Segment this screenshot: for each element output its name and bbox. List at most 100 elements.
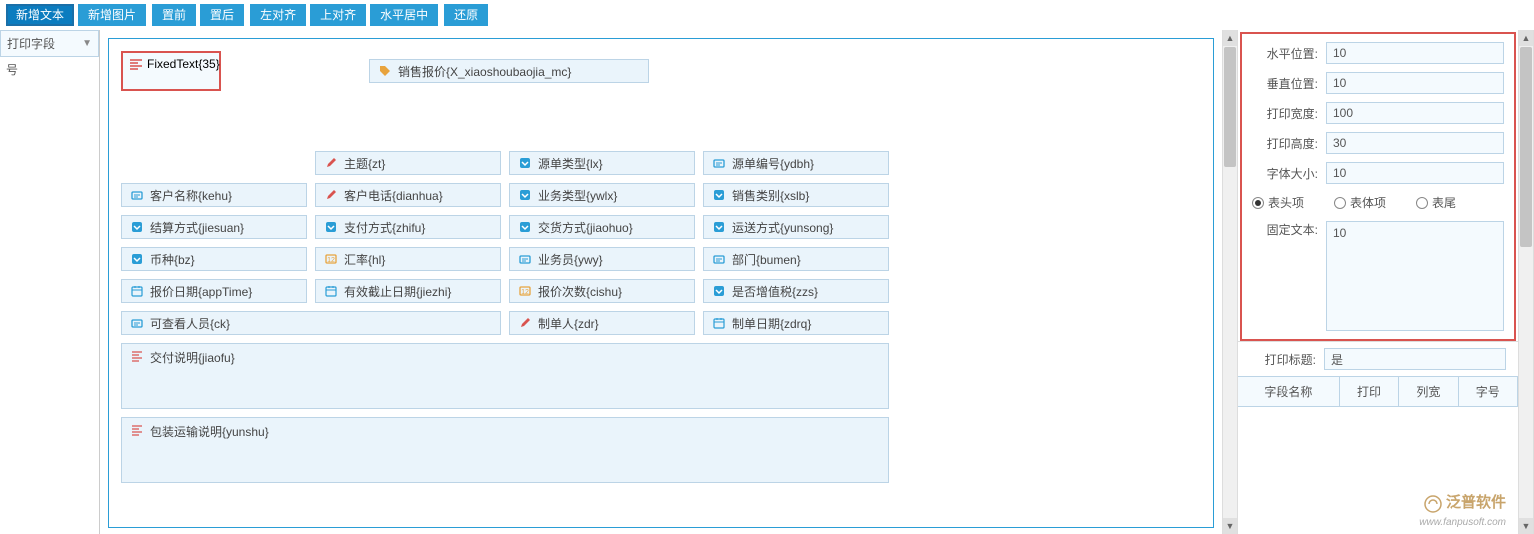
canvas-field[interactable]: 12报价次数{cishu}: [509, 279, 695, 303]
edit-icon: [518, 316, 532, 330]
chevron-down-icon: ▼: [82, 38, 92, 49]
cal-icon: [324, 284, 338, 298]
properties-panel: 水平位置: 垂直位置: 打印宽度: 打印高度: 字体大小:: [1238, 30, 1518, 534]
title-field[interactable]: 销售报价{X_xiaoshoubaojia_mc}: [369, 59, 649, 83]
radio-icon: [1252, 197, 1264, 209]
tag-icon: [378, 64, 392, 78]
radio-footer-item[interactable]: 表尾: [1416, 194, 1456, 211]
edit-icon: [324, 156, 338, 170]
col-fontsize[interactable]: 字号: [1459, 377, 1518, 406]
canvas-field[interactable]: 制单日期{zdrq}: [703, 311, 889, 335]
bring-front-button[interactable]: 置前: [152, 4, 196, 26]
dd-icon: [518, 156, 532, 170]
field-label: 源单类型{lx}: [538, 155, 603, 172]
canvas-field[interactable]: 源单编号{ydbh}: [703, 151, 889, 175]
field-label: 业务员{ywy}: [538, 251, 603, 268]
scroll-thumb[interactable]: [1224, 47, 1236, 167]
v-pos-input[interactable]: [1326, 72, 1504, 94]
scroll-down-icon[interactable]: ▼: [1223, 518, 1237, 534]
canvas-field[interactable]: 交付说明{jiaofu}: [121, 343, 889, 409]
scroll-thumb[interactable]: [1520, 47, 1532, 247]
radio-icon: [1334, 197, 1346, 209]
font-size-label: 字体大小:: [1252, 165, 1318, 182]
canvas-field[interactable]: 有效截止日期{jiezhi}: [315, 279, 501, 303]
add-text-button[interactable]: 新增文本: [6, 4, 74, 26]
canvas-field[interactable]: 客户名称{kehu}: [121, 183, 307, 207]
scroll-down-icon[interactable]: ▼: [1519, 518, 1533, 534]
print-fields-header[interactable]: 打印字段 ▼: [0, 30, 99, 57]
selected-element[interactable]: FixedText{35}: [121, 51, 221, 91]
col-field-name[interactable]: 字段名称: [1238, 377, 1340, 406]
middle-scrollbar[interactable]: ▲ ▼: [1222, 30, 1238, 534]
canvas-field[interactable]: 运送方式{yunsong}: [703, 215, 889, 239]
align-left-button[interactable]: 左对齐: [250, 4, 306, 26]
canvas-field[interactable]: 支付方式{zhifu}: [315, 215, 501, 239]
canvas-field[interactable]: 主题{zt}: [315, 151, 501, 175]
para-icon: [130, 349, 144, 363]
field-label: 制单日期{zdrq}: [732, 315, 811, 332]
radio-body-item[interactable]: 表体项: [1334, 194, 1386, 211]
v-pos-label: 垂直位置:: [1252, 75, 1318, 92]
col-print[interactable]: 打印: [1340, 377, 1399, 406]
font-size-input[interactable]: [1326, 162, 1504, 184]
print-h-input[interactable]: [1326, 132, 1504, 154]
h-pos-input[interactable]: [1326, 42, 1504, 64]
canvas-field[interactable]: 结算方式{jiesuan}: [121, 215, 307, 239]
field-label: 运送方式{yunsong}: [732, 219, 833, 236]
col-width[interactable]: 列宽: [1399, 377, 1458, 406]
canvas-field[interactable]: 是否增值税{zzs}: [703, 279, 889, 303]
canvas-field[interactable]: 包装运输说明{yunshu}: [121, 417, 889, 483]
field-label: 有效截止日期{jiezhi}: [344, 283, 451, 300]
link-icon: [712, 156, 726, 170]
print-w-input[interactable]: [1326, 102, 1504, 124]
add-image-button[interactable]: 新增图片: [78, 4, 146, 26]
num-icon: 12: [324, 252, 338, 266]
canvas-field[interactable]: 币种{bz}: [121, 247, 307, 271]
print-w-label: 打印宽度:: [1252, 105, 1318, 122]
dd-icon: [130, 220, 144, 234]
design-canvas[interactable]: FixedText{35} 销售报价{X_xiaoshoubaojia_mc} …: [108, 38, 1214, 528]
print-title-input[interactable]: [1324, 348, 1506, 370]
paragraph-icon: [129, 57, 143, 71]
print-h-label: 打印高度:: [1252, 135, 1318, 152]
canvas-field[interactable]: 12 汇率{hl}: [315, 247, 501, 271]
svg-text:12: 12: [327, 257, 335, 264]
title-label: 销售报价{X_xiaoshoubaojia_mc}: [398, 63, 571, 80]
field-table-header: 字段名称 打印 列宽 字号: [1238, 376, 1518, 407]
field-label: 可查看人员{ck}: [150, 315, 230, 332]
canvas-field[interactable]: 制单人{zdr}: [509, 311, 695, 335]
field-label: 汇率{hl}: [344, 251, 385, 268]
left-panel-item[interactable]: 号: [0, 57, 99, 82]
canvas-field[interactable]: 业务类型{ywlx}: [509, 183, 695, 207]
align-top-button[interactable]: 上对齐: [310, 4, 366, 26]
canvas-field[interactable]: 客户电话{dianhua}: [315, 183, 501, 207]
field-label: 交付说明{jiaofu}: [150, 349, 235, 366]
link-icon: [518, 252, 532, 266]
radio-header-item[interactable]: 表头项: [1252, 194, 1304, 211]
canvas-field[interactable]: 源单类型{lx}: [509, 151, 695, 175]
align-center-h-button[interactable]: 水平居中: [370, 4, 438, 26]
send-back-button[interactable]: 置后: [200, 4, 244, 26]
cal-icon: [130, 284, 144, 298]
para-icon: [130, 423, 144, 437]
print-fields-label: 打印字段: [7, 35, 55, 52]
canvas-field[interactable]: 可查看人员{ck}: [121, 311, 501, 335]
right-scrollbar[interactable]: ▲ ▼: [1518, 30, 1534, 534]
radio-icon: [1416, 197, 1428, 209]
scroll-up-icon[interactable]: ▲: [1223, 30, 1237, 46]
num-icon: 12: [518, 284, 532, 298]
dd-icon: [518, 220, 532, 234]
canvas-field[interactable]: 部门{bumen}: [703, 247, 889, 271]
fixed-text-input[interactable]: 10: [1326, 221, 1504, 331]
canvas-field[interactable]: 交货方式{jiaohuo}: [509, 215, 695, 239]
scroll-up-icon[interactable]: ▲: [1519, 30, 1533, 46]
canvas-field[interactable]: 销售类别{xslb}: [703, 183, 889, 207]
dd-icon: [324, 220, 338, 234]
field-label: 主题{zt}: [344, 155, 385, 172]
canvas-field[interactable]: 报价日期{appTime}: [121, 279, 307, 303]
edit-icon: [324, 188, 338, 202]
link-icon: [130, 188, 144, 202]
canvas-field[interactable]: 业务员{ywy}: [509, 247, 695, 271]
print-title-label: 打印标题:: [1250, 351, 1316, 368]
reset-button[interactable]: 还原: [444, 4, 488, 26]
